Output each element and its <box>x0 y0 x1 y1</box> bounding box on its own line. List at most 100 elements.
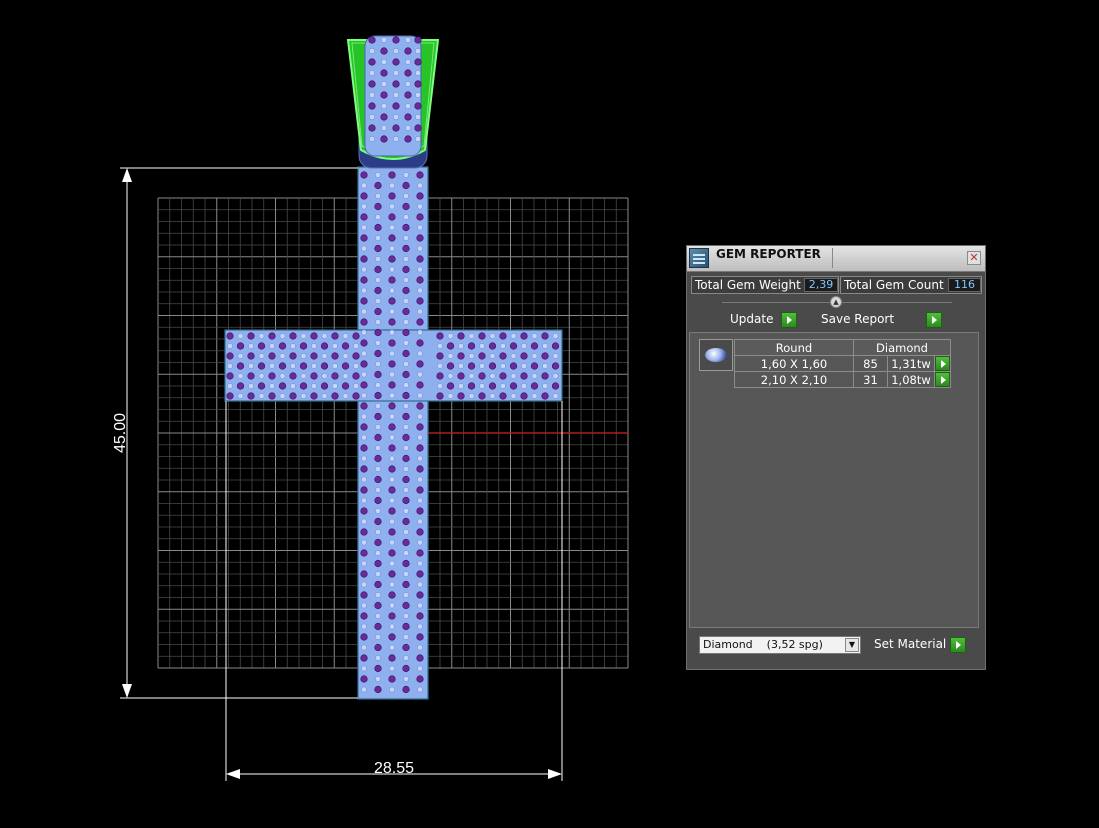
gem <box>416 612 424 620</box>
gem <box>478 352 486 360</box>
prong <box>405 125 411 131</box>
gem <box>360 612 368 620</box>
gem <box>257 362 266 370</box>
prong <box>521 383 527 389</box>
gem <box>414 58 422 66</box>
prong <box>342 373 349 379</box>
prong <box>403 214 409 220</box>
prong <box>389 455 395 462</box>
prong <box>417 182 423 189</box>
prong <box>489 333 496 339</box>
prong <box>311 343 317 349</box>
save-report-button[interactable]: Save Report <box>818 312 946 328</box>
gem <box>416 549 424 557</box>
gem <box>551 382 560 390</box>
prong <box>458 363 464 369</box>
prong <box>342 333 349 339</box>
prong <box>389 245 395 252</box>
prong <box>361 266 367 273</box>
prong <box>417 539 423 546</box>
gem <box>541 352 549 360</box>
prong <box>417 497 423 504</box>
prong <box>258 373 265 379</box>
titlebar-divider <box>832 248 833 268</box>
gem <box>402 559 410 568</box>
gem <box>541 332 549 340</box>
gem <box>360 633 368 641</box>
gem <box>416 465 424 473</box>
prong <box>389 623 395 630</box>
prong <box>375 508 381 514</box>
gem <box>360 507 368 515</box>
prong <box>361 644 367 651</box>
gem <box>226 332 234 340</box>
prong <box>361 539 367 546</box>
prong <box>248 363 254 369</box>
gem <box>360 192 368 200</box>
prong <box>417 518 423 525</box>
gem <box>368 124 376 132</box>
gem <box>360 591 368 599</box>
gem <box>388 465 396 473</box>
gem <box>541 392 549 400</box>
gem <box>457 392 465 400</box>
gem <box>360 654 368 662</box>
prong <box>531 373 538 379</box>
prong <box>403 235 409 241</box>
material-dropdown[interactable]: Diamond (3,52 spg) ▼ <box>699 636 861 654</box>
prong <box>389 350 395 357</box>
gem <box>388 507 396 515</box>
prong <box>417 476 423 483</box>
row-select-button[interactable] <box>934 371 951 388</box>
prong <box>389 182 395 189</box>
row-select-button[interactable] <box>934 355 951 372</box>
gem <box>520 352 528 360</box>
set-material-button[interactable]: Set Material <box>871 637 967 653</box>
gem <box>289 392 297 400</box>
gem <box>457 352 465 360</box>
gem <box>374 286 382 295</box>
gem <box>247 352 255 360</box>
prong <box>417 665 423 672</box>
bail[interactable] <box>346 35 440 169</box>
prong <box>542 383 548 389</box>
panel-titlebar[interactable]: GEM REPORTER ✕ <box>687 246 985 272</box>
gem <box>404 91 412 99</box>
gem <box>416 591 424 599</box>
gem <box>402 244 410 253</box>
gem <box>530 362 539 370</box>
gem-table: Round Diamond 1,60 X 1,60 85 1,31tw 2,10… <box>734 339 951 388</box>
prong <box>389 371 395 378</box>
gem <box>416 528 424 536</box>
prong <box>552 353 559 359</box>
gem <box>388 192 396 200</box>
gem <box>402 328 410 337</box>
gem-report-area: Round Diamond 1,60 X 1,60 85 1,31tw 2,10… <box>689 332 979 628</box>
gem-reporter-logo-icon <box>689 248 709 268</box>
gem-count-cell: 31 <box>853 371 888 388</box>
gem <box>289 372 297 380</box>
prong <box>500 363 506 369</box>
gem <box>530 342 539 350</box>
prong <box>381 125 387 131</box>
gem <box>268 352 276 360</box>
gem <box>374 223 382 232</box>
prong <box>248 343 254 349</box>
gem <box>388 528 396 536</box>
prong <box>361 518 367 525</box>
gem <box>402 391 410 400</box>
gem <box>388 423 396 431</box>
gem <box>374 202 382 211</box>
update-button[interactable]: Update <box>727 312 799 328</box>
chevron-up-icon: ▲ <box>833 298 839 306</box>
prong <box>417 224 423 231</box>
collapse-toggle-button[interactable]: ▲ <box>830 296 842 308</box>
close-button[interactable]: ✕ <box>967 251 981 265</box>
gem <box>416 255 424 263</box>
gem-reporter-panel: GEM REPORTER ✕ Total Gem Weight 2,39 Tot… <box>686 245 986 670</box>
chevron-down-icon[interactable]: ▼ <box>845 638 859 652</box>
gem <box>402 517 410 526</box>
gem <box>380 47 388 55</box>
prong <box>361 581 367 588</box>
gem <box>341 342 350 350</box>
